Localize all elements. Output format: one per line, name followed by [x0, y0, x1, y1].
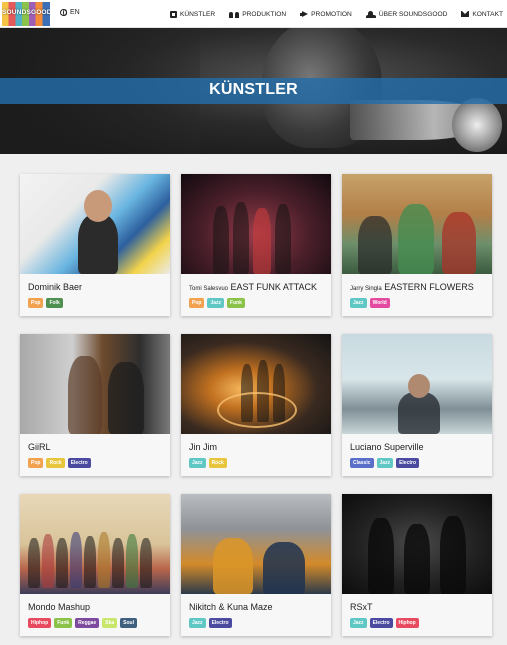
artist-card[interactable]: Jin Jim Jazz Rock [181, 334, 331, 476]
logo-text: SOUNDSGOOD [2, 9, 50, 16]
envelope-icon [461, 11, 470, 17]
genre-tags: Jazz Electro [189, 618, 232, 628]
genre-tags: Jazz Electro Hiphop [350, 618, 419, 628]
artist-card[interactable]: Luciano Superville Classic Jazz Electro [342, 334, 492, 476]
genre-tag[interactable]: Jazz [376, 458, 394, 468]
genre-tag[interactable]: Jazz [189, 458, 206, 468]
genre-tag[interactable]: Funk [227, 298, 245, 308]
book-icon [170, 10, 177, 18]
artist-card[interactable]: Dominik Baer Pop Folk [20, 174, 170, 316]
genre-tag[interactable]: Jazz [350, 298, 367, 308]
artist-photo [20, 334, 170, 434]
genre-tag[interactable]: Rock [208, 458, 227, 468]
genre-tag[interactable]: Classic [350, 458, 374, 468]
artist-card[interactable]: Mondo Mashup Hiphop Funk Reggae Ska Soul [20, 494, 170, 636]
genre-tags: Pop Rock Electro [28, 458, 91, 468]
soundsgood-logo[interactable]: SOUNDSGOOD [2, 2, 50, 26]
top-navbar: SOUNDSGOOD EN KÜNSTLER PRODUKTION PROMOT… [0, 0, 507, 28]
language-label: EN [70, 9, 80, 16]
artist-name: Nikitch & Kuna Maze [189, 602, 273, 612]
genre-tag[interactable]: Pop [189, 298, 205, 308]
artist-name: Mondo Mashup [28, 602, 91, 612]
genre-tag[interactable]: Jazz [189, 618, 206, 628]
artist-photo [181, 334, 331, 434]
artist-name: Luciano Superville [350, 442, 424, 452]
megaphone-icon [300, 10, 309, 18]
people-icon [229, 11, 240, 18]
artist-photo [342, 334, 492, 434]
genre-tag[interactable]: Electro [369, 618, 393, 628]
genre-tag[interactable]: Funk [54, 618, 73, 628]
genre-tag[interactable]: Pop [28, 298, 44, 308]
artist-photo [342, 174, 492, 274]
artist-photo [20, 174, 170, 274]
main-nav: KÜNSTLER PRODUKTION PROMOTION ÜBER SOUND… [156, 0, 503, 28]
artist-card[interactable]: Tomi Salesvuo EAST FUNK ATTACK Pop Jazz … [181, 174, 331, 316]
artist-card[interactable]: Nikitch & Kuna Maze Jazz Electro [181, 494, 331, 636]
trumpet-bell-image [452, 98, 502, 152]
artist-name: Dominik Baer [28, 282, 83, 292]
genre-tag[interactable]: Jazz [207, 298, 225, 308]
nav-label: ÜBER SOUNDSGOOD [378, 10, 448, 18]
artist-photo [181, 494, 331, 594]
hero-banner: KÜNSTLER [0, 28, 507, 154]
nav-label: KONTAKT [472, 10, 503, 18]
genre-tag[interactable]: Reggae [75, 618, 100, 628]
artist-photo [20, 494, 170, 594]
genre-tag[interactable]: Hiphop [395, 618, 419, 628]
users-icon [365, 10, 376, 18]
nav-item-promotion[interactable]: PROMOTION [300, 10, 352, 18]
genre-tag[interactable]: Ska [102, 618, 118, 628]
artist-grid: Dominik Baer Pop Folk Tomi Salesvuo EAST… [0, 154, 507, 645]
genre-tag[interactable]: Electro [67, 458, 91, 468]
artist-name: Jarry Singla EASTERN FLOWERS [350, 282, 474, 292]
nav-label: KÜNSTLER [180, 10, 216, 18]
artist-card[interactable]: GiiRL Pop Rock Electro [20, 334, 170, 476]
artist-name: Tomi Salesvuo EAST FUNK ATTACK [189, 282, 318, 292]
artist-name: RSxT [350, 602, 373, 612]
artist-photo [181, 174, 331, 274]
genre-tags: Jazz World [350, 298, 390, 308]
nav-item-produktion[interactable]: PRODUKTION [229, 11, 286, 18]
globe-icon [60, 9, 67, 16]
nav-label: PROMOTION [311, 10, 352, 18]
genre-tags: Hiphop Funk Reggae Ska Soul [28, 618, 137, 628]
genre-tags: Jazz Rock [189, 458, 227, 468]
genre-tag[interactable]: Electro [208, 618, 232, 628]
genre-tag[interactable]: Hiphop [28, 618, 52, 628]
artist-name: GiiRL [28, 442, 51, 452]
genre-tag[interactable]: World [369, 298, 390, 308]
artist-card[interactable]: RSxT Jazz Electro Hiphop [342, 494, 492, 636]
artist-photo [342, 494, 492, 594]
nav-item-kontakt[interactable]: KONTAKT [461, 11, 503, 18]
genre-tag[interactable]: Folk [46, 298, 63, 308]
genre-tags: Pop Jazz Funk [189, 298, 245, 308]
genre-tag[interactable]: Jazz [350, 618, 367, 628]
genre-tag[interactable]: Rock [46, 458, 65, 468]
nav-label: PRODUKTION [242, 10, 287, 18]
genre-tag[interactable]: Electro [396, 458, 420, 468]
language-switch[interactable]: EN [60, 9, 80, 16]
nav-item-ueber-soundsgood[interactable]: ÜBER SOUNDSGOOD [365, 10, 448, 18]
genre-tag[interactable]: Soul [120, 618, 137, 628]
genre-tags: Classic Jazz Electro [350, 458, 420, 468]
page-title: KÜNSTLER [209, 81, 298, 98]
artist-name: Jin Jim [189, 442, 218, 452]
nav-item-kuenstler[interactable]: KÜNSTLER [170, 10, 216, 18]
genre-tag[interactable]: Pop [28, 458, 44, 468]
artist-card[interactable]: Jarry Singla EASTERN FLOWERS Jazz World [342, 174, 492, 316]
genre-tags: Pop Folk [28, 298, 63, 308]
